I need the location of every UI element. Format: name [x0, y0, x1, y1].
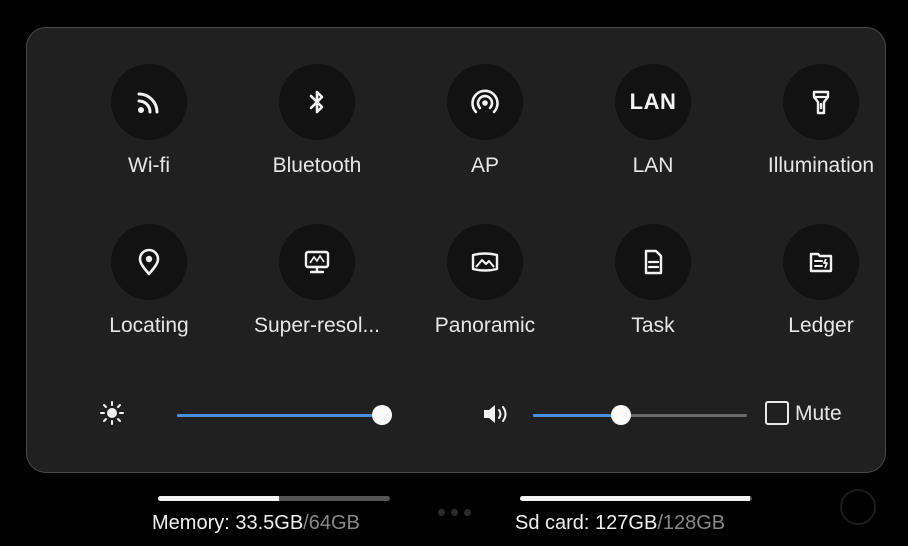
- document-icon: [615, 224, 691, 300]
- memory-total: /64GB: [303, 512, 360, 534]
- super-resolution-label: Super-resol...: [253, 314, 381, 337]
- page-dot: [451, 509, 458, 516]
- wifi-label: Wi-fi: [128, 154, 170, 177]
- brightness-icon: [100, 401, 124, 425]
- panoramic-toggle[interactable]: Panoramic: [415, 224, 555, 354]
- sdcard-total: /128GB: [657, 512, 726, 534]
- volume-slider[interactable]: [533, 405, 747, 425]
- ap-toggle[interactable]: AP: [415, 64, 555, 194]
- bluetooth-toggle[interactable]: Bluetooth: [247, 64, 387, 194]
- panoramic-label: Panoramic: [434, 314, 536, 337]
- page-dot: [464, 509, 471, 516]
- locating-toggle[interactable]: Locating: [79, 224, 219, 354]
- memory-text: Memory: 33.5GB/64GB: [152, 512, 360, 535]
- brightness-slider-thumb[interactable]: [372, 405, 392, 425]
- sdcard-bar-fill: [520, 496, 750, 501]
- flashlight-icon: [783, 64, 859, 140]
- brightness-slider-fill: [177, 414, 382, 417]
- brightness-slider[interactable]: [177, 405, 392, 425]
- memory-bar: [158, 496, 390, 501]
- ledger-icon: [783, 224, 859, 300]
- ap-label: AP: [470, 154, 499, 177]
- sdcard-used: Sd card: 127GB: [515, 512, 658, 534]
- panorama-icon: [447, 224, 523, 300]
- lan-label: LAN: [632, 154, 674, 177]
- sdcard-text: Sd card: 127GB/128GB: [515, 512, 725, 535]
- illumination-toggle[interactable]: Illumination: [751, 64, 891, 194]
- task-toggle[interactable]: Task: [583, 224, 723, 354]
- locating-label: Locating: [109, 314, 189, 337]
- mute-checkbox[interactable]: [765, 401, 789, 425]
- assistant-icon: [840, 489, 876, 525]
- bluetooth-label: Bluetooth: [272, 154, 362, 177]
- lan-icon: LAN: [615, 64, 691, 140]
- task-label: Task: [631, 314, 675, 337]
- ledger-label: Ledger: [788, 314, 854, 337]
- memory-used: Memory: 33.5GB: [152, 512, 304, 534]
- location-pin-icon: [111, 224, 187, 300]
- wifi-icon: [111, 64, 187, 140]
- illumination-label: Illumination: [767, 154, 875, 177]
- hotspot-icon: [447, 64, 523, 140]
- wifi-toggle[interactable]: Wi-fi: [79, 64, 219, 194]
- volume-slider-thumb[interactable]: [610, 405, 631, 425]
- bluetooth-icon: [279, 64, 355, 140]
- sdcard-bar: [520, 496, 752, 501]
- memory-bar-fill: [158, 496, 279, 501]
- monitor-icon: [279, 224, 355, 300]
- volume-slider-fill: [533, 414, 621, 417]
- lan-toggle[interactable]: LAN LAN: [583, 64, 723, 194]
- lan-icon-text: LAN: [629, 89, 677, 114]
- super-resolution-toggle[interactable]: Super-resol...: [247, 224, 387, 354]
- mute-label: Mute: [795, 402, 842, 425]
- page-indicator: [438, 503, 477, 521]
- volume-icon: [484, 405, 507, 423]
- quick-settings-panel: Wi-fi Bluetooth AP LAN LAN Illumination …: [26, 27, 886, 473]
- page-dot: [438, 509, 445, 516]
- ledger-toggle[interactable]: Ledger: [751, 224, 891, 354]
